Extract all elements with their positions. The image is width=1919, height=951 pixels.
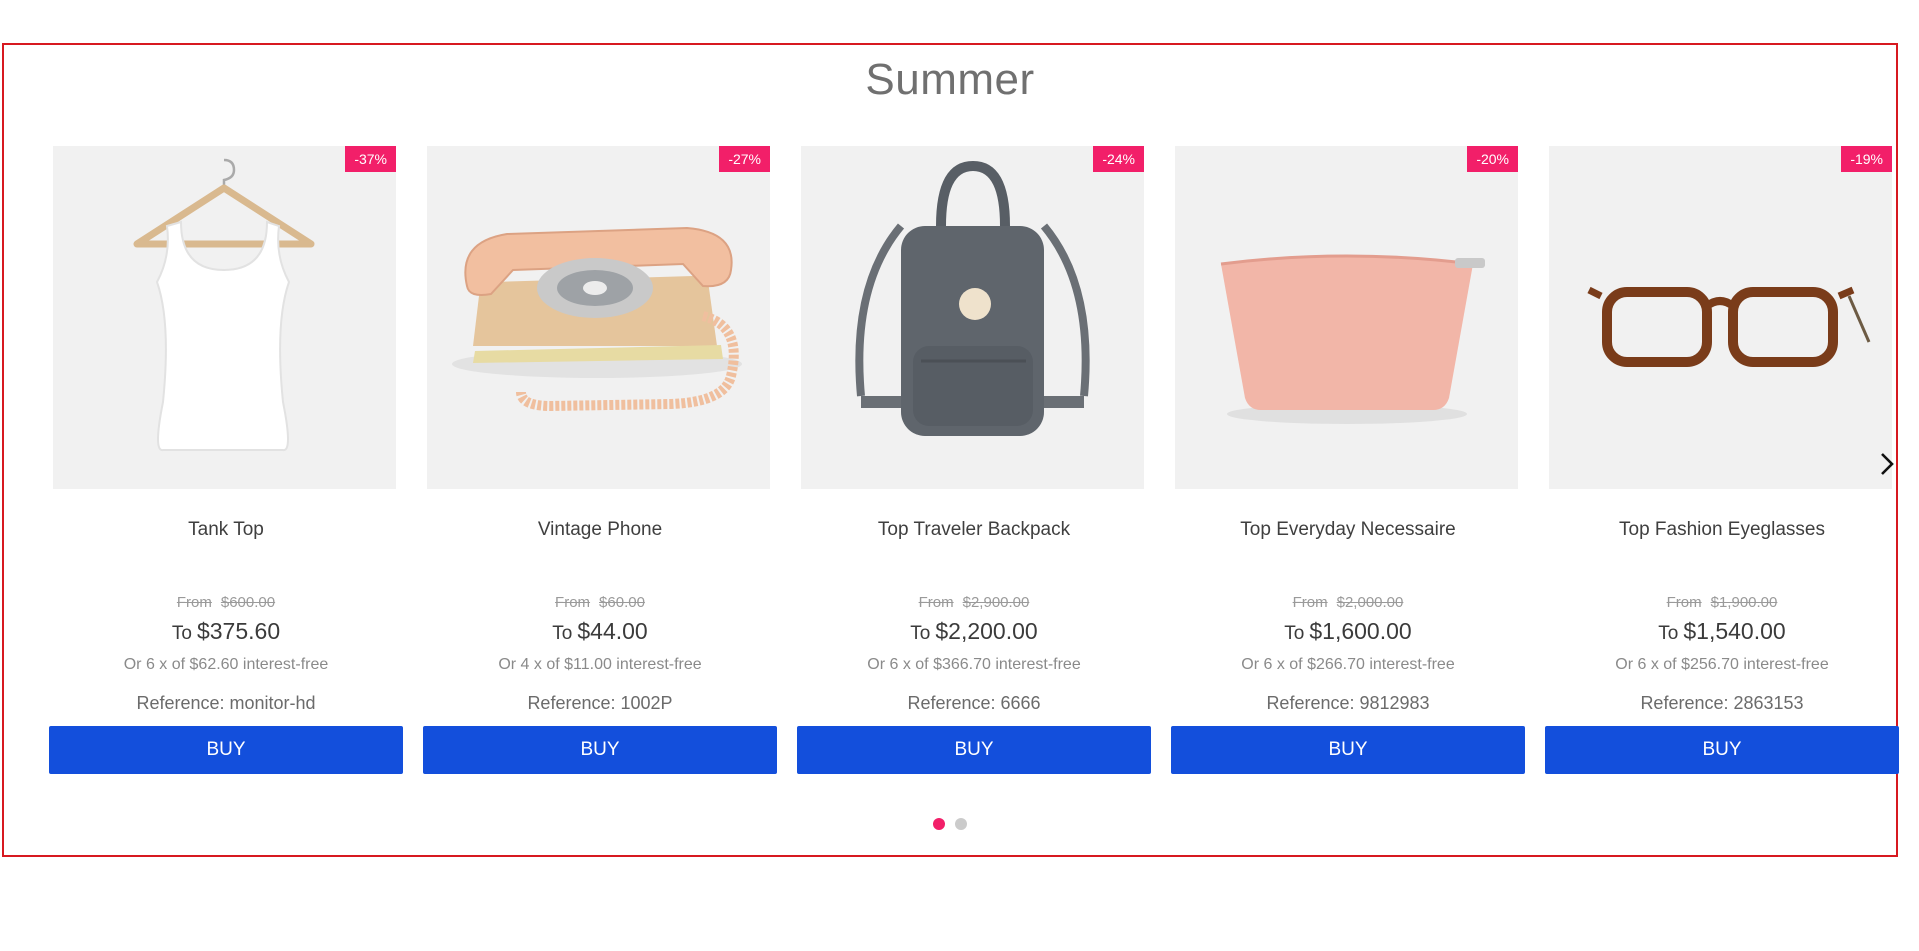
buy-button[interactable]: BUY — [49, 726, 403, 774]
product-card: -27% Vintage Phone From $60.00 To $44.00 O… — [423, 45, 777, 859]
pagination-dot-2[interactable] — [955, 818, 967, 830]
product-card: -24% Top Traveler Backpack From $2,900.00… — [797, 45, 1151, 859]
selling-price: To $44.00 — [423, 618, 777, 645]
list-price: From $2,900.00 — [797, 594, 1151, 611]
carousel-next-button[interactable] — [1872, 450, 1900, 478]
selling-price-value: $1,600.00 — [1309, 618, 1412, 644]
installments-text: Or 4 x of $11.00 interest-free — [498, 656, 702, 673]
carousel-pagination — [4, 818, 1896, 830]
list-price: From $1,900.00 — [1545, 594, 1899, 611]
list-price-value: $600.00 — [220, 594, 276, 611]
product-name[interactable]: Top Traveler Backpack — [797, 519, 1151, 541]
list-price-value: $2,000.00 — [1336, 594, 1404, 611]
backpack-image — [855, 160, 1090, 436]
installments-text: Or 6 x of $266.70 interest-free — [1241, 656, 1455, 673]
product-image-backpack[interactable]: -24% — [801, 146, 1144, 489]
buy-button[interactable]: BUY — [1545, 726, 1899, 774]
product-card: -19% Top Fashion Eyeglasses From $1,900.0… — [1545, 45, 1899, 859]
product-card: -37% Tank Top From $600.00 To $375.60 Or 6… — [49, 45, 403, 859]
selling-price: To $2,200.00 — [797, 618, 1151, 645]
list-price-value: $1,900.00 — [1710, 594, 1778, 611]
list-price-label: From — [1666, 594, 1702, 611]
selling-price-label: To — [1658, 623, 1679, 644]
installments-text: Or 6 x of $62.60 interest-free — [123, 656, 329, 673]
selling-price-label: To — [552, 623, 573, 644]
product-name[interactable]: Vintage Phone — [423, 519, 777, 541]
chevron-right-icon — [1881, 453, 1894, 475]
selling-price: To $1,540.00 — [1545, 618, 1899, 645]
vintage-phone-image — [452, 226, 742, 412]
product-reference: Reference: monitor-hd — [136, 693, 316, 713]
list-price-label: From — [555, 594, 591, 611]
product-image-tank-top[interactable]: -37% — [53, 146, 396, 489]
installments-text: Or 6 x of $366.70 interest-free — [867, 656, 1081, 673]
product-shelf: Summer -37% Tank Top From $600.00 To $375.… — [2, 43, 1900, 859]
discount-badge: -27% — [719, 146, 770, 172]
product-image-necessaire[interactable]: -20% — [1175, 146, 1518, 489]
pouch-image — [1220, 254, 1485, 424]
discount-badge: -37% — [345, 146, 396, 172]
product-reference: Reference: 2863153 — [1640, 693, 1804, 713]
selling-price-value: $375.60 — [196, 618, 281, 644]
product-name[interactable]: Top Everyday Necessaire — [1171, 519, 1525, 541]
list-price-label: From — [1292, 594, 1328, 611]
discount-badge: -20% — [1467, 146, 1518, 172]
selling-price: To $375.60 — [49, 618, 403, 645]
selling-price-label: To — [910, 623, 931, 644]
product-image-eyeglasses[interactable]: -19% — [1549, 146, 1892, 489]
eyeglasses-image — [1587, 286, 1871, 367]
discount-badge: -19% — [1841, 146, 1892, 172]
product-card: -20% Top Everyday Necessaire From $2,000.… — [1171, 45, 1525, 859]
list-price-value: $2,900.00 — [962, 594, 1030, 611]
product-name[interactable]: Tank Top — [49, 519, 403, 541]
installments-text: Or 6 x of $256.70 interest-free — [1615, 656, 1829, 673]
product-reference: Reference: 1002P — [527, 693, 673, 713]
list-price: From $2,000.00 — [1171, 594, 1525, 611]
list-price: From $60.00 — [423, 594, 777, 611]
buy-button[interactable]: BUY — [423, 726, 777, 774]
list-price-label: From — [176, 594, 212, 611]
buy-button[interactable]: BUY — [797, 726, 1151, 774]
product-name[interactable]: Top Fashion Eyeglasses — [1545, 519, 1899, 541]
selling-price-label: To — [1284, 623, 1305, 644]
selling-price-value: $44.00 — [577, 618, 648, 644]
list-price-value: $60.00 — [599, 594, 645, 611]
selling-price: To $1,600.00 — [1171, 618, 1525, 645]
tank-top-image — [133, 158, 315, 451]
selling-price-value: $1,540.00 — [1683, 618, 1786, 644]
buy-button[interactable]: BUY — [1171, 726, 1525, 774]
product-reference: Reference: 9812983 — [1266, 693, 1430, 713]
list-price: From $600.00 — [49, 594, 403, 611]
pagination-dot-1[interactable] — [933, 818, 945, 830]
product-image-vintage-phone[interactable]: -27% — [427, 146, 770, 489]
product-reference: Reference: 6666 — [907, 693, 1041, 713]
selling-price-label: To — [171, 623, 192, 644]
selling-price-value: $2,200.00 — [935, 618, 1038, 644]
discount-badge: -24% — [1093, 146, 1144, 172]
list-price-label: From — [918, 594, 954, 611]
